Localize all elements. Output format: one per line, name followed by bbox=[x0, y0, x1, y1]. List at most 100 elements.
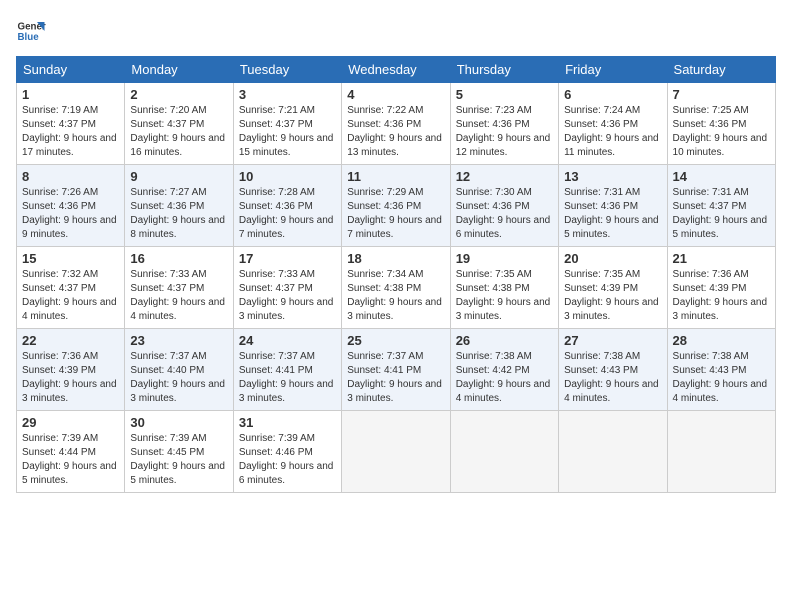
day-info: Sunrise: 7:22 AMSunset: 4:36 PMDaylight:… bbox=[347, 104, 444, 160]
day-info: Sunrise: 7:21 AMSunset: 4:37 PMDaylight:… bbox=[239, 104, 336, 160]
day-info: Sunrise: 7:24 AMSunset: 4:36 PMDaylight:… bbox=[564, 104, 661, 160]
day-info: Sunrise: 7:29 AMSunset: 4:36 PMDaylight:… bbox=[347, 186, 444, 242]
weekday-header-thursday: Thursday bbox=[450, 57, 558, 83]
weekday-header-wednesday: Wednesday bbox=[342, 57, 450, 83]
day-info: Sunrise: 7:34 AMSunset: 4:38 PMDaylight:… bbox=[347, 268, 444, 324]
day-info: Sunrise: 7:33 AMSunset: 4:37 PMDaylight:… bbox=[130, 268, 227, 324]
day-info: Sunrise: 7:39 AMSunset: 4:46 PMDaylight:… bbox=[239, 432, 336, 488]
day-info: Sunrise: 7:35 AMSunset: 4:38 PMDaylight:… bbox=[456, 268, 553, 324]
calendar-cell: 16 Sunrise: 7:33 AMSunset: 4:37 PMDayligh… bbox=[125, 247, 233, 329]
day-number: 25 bbox=[347, 333, 444, 348]
day-info: Sunrise: 7:39 AMSunset: 4:45 PMDaylight:… bbox=[130, 432, 227, 488]
logo: General Blue bbox=[16, 16, 50, 46]
day-info: Sunrise: 7:26 AMSunset: 4:36 PMDaylight:… bbox=[22, 186, 119, 242]
calendar-cell bbox=[450, 411, 558, 493]
day-number: 13 bbox=[564, 169, 661, 184]
calendar-cell bbox=[559, 411, 667, 493]
calendar-cell: 5 Sunrise: 7:23 AMSunset: 4:36 PMDaylight… bbox=[450, 83, 558, 165]
day-number: 18 bbox=[347, 251, 444, 266]
day-number: 21 bbox=[673, 251, 770, 266]
day-number: 15 bbox=[22, 251, 119, 266]
day-number: 6 bbox=[564, 87, 661, 102]
calendar-week-5: 29Sunrise: 7:39 AMSunset: 4:44 PMDayligh… bbox=[17, 411, 776, 493]
day-number: 17 bbox=[239, 251, 336, 266]
day-info: Sunrise: 7:33 AMSunset: 4:37 PMDaylight:… bbox=[239, 268, 336, 324]
day-number: 31 bbox=[239, 415, 336, 430]
day-number: 3 bbox=[239, 87, 336, 102]
calendar-cell: 31 Sunrise: 7:39 AMSunset: 4:46 PMDayligh… bbox=[233, 411, 341, 493]
calendar-cell: 19 Sunrise: 7:35 AMSunset: 4:38 PMDayligh… bbox=[450, 247, 558, 329]
logo-icon: General Blue bbox=[16, 16, 46, 46]
day-info: Sunrise: 7:19 AMSunset: 4:37 PMDaylight:… bbox=[22, 104, 119, 160]
calendar-cell: 21Sunrise: 7:36 AMSunset: 4:39 PMDayligh… bbox=[667, 247, 775, 329]
calendar-cell: 14 Sunrise: 7:31 AMSunset: 4:37 PMDayligh… bbox=[667, 165, 775, 247]
day-number: 1 bbox=[22, 87, 119, 102]
calendar-cell: 15 Sunrise: 7:32 AMSunset: 4:37 PMDayligh… bbox=[17, 247, 125, 329]
calendar-week-2: 8 Sunrise: 7:26 AMSunset: 4:36 PMDaylight… bbox=[17, 165, 776, 247]
day-info: Sunrise: 7:25 AMSunset: 4:36 PMDaylight:… bbox=[673, 104, 770, 160]
weekday-header-tuesday: Tuesday bbox=[233, 57, 341, 83]
weekday-header-row: SundayMondayTuesdayWednesdayThursdayFrid… bbox=[17, 57, 776, 83]
day-info: Sunrise: 7:32 AMSunset: 4:37 PMDaylight:… bbox=[22, 268, 119, 324]
day-number: 19 bbox=[456, 251, 553, 266]
calendar-page: General Blue SundayMondayTuesdayWednesda… bbox=[0, 0, 792, 612]
day-info: Sunrise: 7:38 AMSunset: 4:43 PMDaylight:… bbox=[564, 350, 661, 406]
day-number: 16 bbox=[130, 251, 227, 266]
day-info: Sunrise: 7:39 AMSunset: 4:44 PMDaylight:… bbox=[22, 432, 119, 488]
day-info: Sunrise: 7:38 AMSunset: 4:42 PMDaylight:… bbox=[456, 350, 553, 406]
calendar-cell: 25 Sunrise: 7:37 AMSunset: 4:41 PMDayligh… bbox=[342, 329, 450, 411]
calendar-cell: 17 Sunrise: 7:33 AMSunset: 4:37 PMDayligh… bbox=[233, 247, 341, 329]
day-number: 7 bbox=[673, 87, 770, 102]
calendar-cell: 3 Sunrise: 7:21 AMSunset: 4:37 PMDaylight… bbox=[233, 83, 341, 165]
calendar-cell bbox=[342, 411, 450, 493]
calendar-cell: 18 Sunrise: 7:34 AMSunset: 4:38 PMDayligh… bbox=[342, 247, 450, 329]
day-number: 24 bbox=[239, 333, 336, 348]
weekday-header-friday: Friday bbox=[559, 57, 667, 83]
day-number: 8 bbox=[22, 169, 119, 184]
calendar-cell: 11 Sunrise: 7:29 AMSunset: 4:36 PMDayligh… bbox=[342, 165, 450, 247]
day-number: 27 bbox=[564, 333, 661, 348]
day-number: 11 bbox=[347, 169, 444, 184]
day-number: 14 bbox=[673, 169, 770, 184]
calendar-cell: 10 Sunrise: 7:28 AMSunset: 4:36 PMDayligh… bbox=[233, 165, 341, 247]
day-info: Sunrise: 7:23 AMSunset: 4:36 PMDaylight:… bbox=[456, 104, 553, 160]
calendar-table: SundayMondayTuesdayWednesdayThursdayFrid… bbox=[16, 56, 776, 493]
day-number: 12 bbox=[456, 169, 553, 184]
day-info: Sunrise: 7:31 AMSunset: 4:37 PMDaylight:… bbox=[673, 186, 770, 242]
day-info: Sunrise: 7:37 AMSunset: 4:40 PMDaylight:… bbox=[130, 350, 227, 406]
day-info: Sunrise: 7:37 AMSunset: 4:41 PMDaylight:… bbox=[347, 350, 444, 406]
calendar-cell: 7 Sunrise: 7:25 AMSunset: 4:36 PMDaylight… bbox=[667, 83, 775, 165]
weekday-header-saturday: Saturday bbox=[667, 57, 775, 83]
day-info: Sunrise: 7:30 AMSunset: 4:36 PMDaylight:… bbox=[456, 186, 553, 242]
day-number: 26 bbox=[456, 333, 553, 348]
svg-text:Blue: Blue bbox=[18, 32, 40, 43]
day-number: 20 bbox=[564, 251, 661, 266]
calendar-week-1: 1 Sunrise: 7:19 AMSunset: 4:37 PMDaylight… bbox=[17, 83, 776, 165]
day-number: 10 bbox=[239, 169, 336, 184]
calendar-cell: 24Sunrise: 7:37 AMSunset: 4:41 PMDayligh… bbox=[233, 329, 341, 411]
calendar-cell: 9 Sunrise: 7:27 AMSunset: 4:36 PMDaylight… bbox=[125, 165, 233, 247]
calendar-cell: 8 Sunrise: 7:26 AMSunset: 4:36 PMDaylight… bbox=[17, 165, 125, 247]
calendar-cell: 30Sunrise: 7:39 AMSunset: 4:45 PMDayligh… bbox=[125, 411, 233, 493]
day-number: 9 bbox=[130, 169, 227, 184]
calendar-week-4: 22Sunrise: 7:36 AMSunset: 4:39 PMDayligh… bbox=[17, 329, 776, 411]
calendar-cell: 27 Sunrise: 7:38 AMSunset: 4:43 PMDayligh… bbox=[559, 329, 667, 411]
calendar-cell: 23 Sunrise: 7:37 AMSunset: 4:40 PMDayligh… bbox=[125, 329, 233, 411]
calendar-cell: 22Sunrise: 7:36 AMSunset: 4:39 PMDayligh… bbox=[17, 329, 125, 411]
calendar-cell bbox=[667, 411, 775, 493]
calendar-cell: 6 Sunrise: 7:24 AMSunset: 4:36 PMDaylight… bbox=[559, 83, 667, 165]
calendar-cell: 13Sunrise: 7:31 AMSunset: 4:36 PMDayligh… bbox=[559, 165, 667, 247]
day-number: 5 bbox=[456, 87, 553, 102]
calendar-cell: 29Sunrise: 7:39 AMSunset: 4:44 PMDayligh… bbox=[17, 411, 125, 493]
day-info: Sunrise: 7:35 AMSunset: 4:39 PMDaylight:… bbox=[564, 268, 661, 324]
day-info: Sunrise: 7:28 AMSunset: 4:36 PMDaylight:… bbox=[239, 186, 336, 242]
day-info: Sunrise: 7:27 AMSunset: 4:36 PMDaylight:… bbox=[130, 186, 227, 242]
calendar-cell: 12 Sunrise: 7:30 AMSunset: 4:36 PMDayligh… bbox=[450, 165, 558, 247]
calendar-cell: 2Sunrise: 7:20 AMSunset: 4:37 PMDaylight… bbox=[125, 83, 233, 165]
day-number: 28 bbox=[673, 333, 770, 348]
calendar-cell: 28Sunrise: 7:38 AMSunset: 4:43 PMDayligh… bbox=[667, 329, 775, 411]
day-number: 22 bbox=[22, 333, 119, 348]
day-number: 23 bbox=[130, 333, 227, 348]
calendar-cell: 20 Sunrise: 7:35 AMSunset: 4:39 PMDayligh… bbox=[559, 247, 667, 329]
weekday-header-sunday: Sunday bbox=[17, 57, 125, 83]
